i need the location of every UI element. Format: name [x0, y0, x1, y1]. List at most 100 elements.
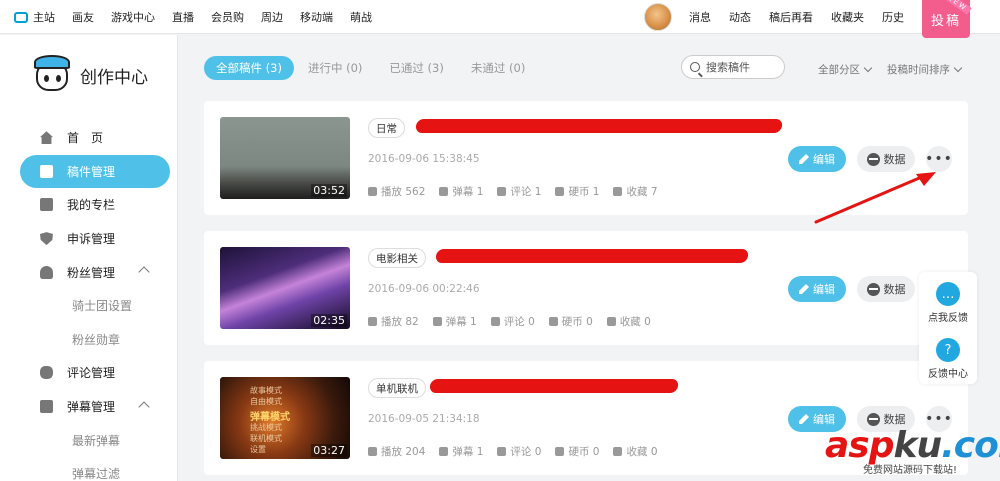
chevron-up-icon	[138, 401, 150, 413]
nav-messages[interactable]: 消息	[689, 9, 711, 25]
stat-plays-value: 播放 204	[381, 446, 426, 458]
nav-moe-battle[interactable]: 萌战	[350, 9, 372, 25]
data-button[interactable]: 数据	[857, 276, 915, 302]
sidebar-item-my-column[interactable]: 我的专栏	[20, 188, 170, 222]
sidebar-item-label: 申诉管理	[67, 232, 116, 247]
fans-icon	[40, 265, 53, 279]
nav-history[interactable]: 历史	[882, 9, 904, 25]
video-stats: 播放 562 弹幕 1 评论 1 硬币 1 收藏 7	[368, 184, 672, 199]
search-icon[interactable]	[690, 62, 700, 72]
redacted-title	[435, 249, 749, 263]
stat-favorites: 收藏 7	[613, 184, 658, 199]
edit-button-label: 编辑	[813, 153, 835, 166]
tab-in-progress[interactable]: 进行中 (0)	[308, 56, 362, 80]
thumb-menu-text: 自由模式	[250, 397, 282, 406]
watermark-tagline: 免费网站源码下载站!	[863, 465, 958, 476]
stat-comments: 评论 0	[497, 444, 541, 459]
play-icon	[368, 317, 377, 326]
comment-icon	[497, 187, 507, 196]
feedback-button[interactable]: … 点我反馈	[919, 282, 977, 324]
zone-filter-label: 全部分区	[818, 64, 860, 76]
sort-filter-label: 投稿时间排序	[887, 64, 950, 76]
sidebar-item-latest-danmaku[interactable]: 最新弹幕	[20, 423, 170, 457]
search-box	[681, 55, 785, 79]
stat-plays: 播放 562	[368, 184, 425, 199]
danmaku-icon	[439, 447, 449, 456]
nav-member-shop[interactable]: 会员购	[211, 9, 244, 25]
stat-danmaku: 弹幕 1	[439, 444, 483, 459]
stat-coins: 硬币 0	[555, 444, 599, 459]
nav-mobile[interactable]: 移动端	[300, 9, 333, 25]
upload-date: 2016-09-06 00:22:46	[368, 283, 480, 295]
tab-approved[interactable]: 已通过 (3)	[389, 56, 443, 80]
nav-mobile-label: 移动端	[300, 11, 333, 24]
stat-coins-value: 硬币 0	[568, 446, 600, 458]
sidebar-item-label: 粉丝勋章	[72, 332, 121, 347]
video-duration: 02:35	[311, 314, 347, 327]
stat-coins: 硬币 0	[548, 314, 593, 329]
upload-date: 2016-09-06 15:38:45	[368, 153, 480, 165]
sidebar-item-danmaku-filter[interactable]: 弹幕过滤	[20, 457, 170, 481]
nav-live-label: 直播	[172, 11, 194, 24]
watermark-part-b: ku	[893, 425, 943, 466]
chevron-down-icon	[863, 63, 873, 73]
pencil-icon	[799, 414, 809, 424]
sort-filter[interactable]: 投稿时间排序	[887, 62, 963, 77]
nav-painting[interactable]: 画友	[72, 9, 94, 25]
feedback-center-button[interactable]: ? 反馈中心	[919, 338, 977, 380]
video-thumbnail[interactable]: 03:52	[220, 117, 350, 199]
sidebar-item-label: 评论管理	[67, 366, 116, 381]
redacted-title	[415, 119, 783, 133]
nav-game-center[interactable]: 游戏中心	[111, 9, 155, 25]
nav-watch-later[interactable]: 稿后再看	[769, 9, 813, 25]
sidebar-item-knight-settings[interactable]: 骑士团设置	[20, 289, 170, 323]
feedback-center-label: 反馈中心	[928, 369, 968, 380]
thumb-menu-text: 挑战模式	[250, 423, 282, 432]
nav-merch[interactable]: 周边	[261, 9, 283, 25]
category-tag: 日常	[368, 118, 405, 138]
video-thumbnail[interactable]: 故事模式 自由模式 弹幕模式 挑战模式 联机模式 设置 03:27	[220, 377, 350, 459]
video-thumbnail[interactable]: 02:35	[220, 247, 350, 329]
video-card: 02:35 电影相关 2016-09-06 00:22:46 播放 82 弹幕 …	[204, 231, 968, 345]
sidebar-item-danmaku[interactable]: 弹幕管理	[20, 390, 170, 424]
sidebar-item-appeals[interactable]: 申诉管理	[20, 222, 170, 256]
sidebar-item-comments[interactable]: 评论管理	[20, 356, 170, 390]
nav-favorites[interactable]: 收藏夹	[831, 9, 864, 25]
nav-main-site-label: 主站	[33, 11, 55, 24]
nav-merch-label: 周边	[261, 11, 283, 24]
nav-live[interactable]: 直播	[172, 9, 194, 25]
document-icon	[40, 164, 53, 178]
tv-icon	[14, 11, 28, 23]
stat-coins-value: 硬币 1	[568, 186, 600, 198]
tab-all[interactable]: 全部稿件 (3)	[204, 56, 294, 80]
pulse-icon	[866, 412, 880, 426]
star-icon	[613, 187, 623, 196]
stat-plays-value: 播放 562	[381, 186, 426, 198]
zone-filter[interactable]: 全部分区	[818, 62, 873, 77]
sidebar-item-label: 最新弹幕	[72, 433, 121, 448]
sidebar-item-fan-medal[interactable]: 粉丝勋章	[20, 323, 170, 357]
stat-favorites: 收藏 0	[613, 444, 658, 459]
danmaku-icon	[40, 400, 53, 414]
sidebar-item-manuscripts[interactable]: 稿件管理	[20, 154, 170, 189]
pulse-icon	[866, 282, 880, 296]
stat-comments-value: 评论 0	[510, 446, 542, 458]
nav-main-site[interactable]: 主站	[14, 9, 55, 25]
watermark-logo: aspku.com 免费网站源码下载站!	[825, 425, 1000, 476]
brand: 创作中心	[32, 53, 148, 97]
edit-button[interactable]: 编辑	[788, 276, 846, 302]
pencil-icon	[799, 284, 809, 294]
stat-comments: 评论 1	[497, 184, 541, 199]
stat-plays: 播放 82	[368, 314, 419, 329]
nav-dynamics[interactable]: 动态	[729, 9, 751, 25]
tab-rejected[interactable]: 未通过 (0)	[471, 56, 525, 80]
danmaku-icon	[432, 317, 442, 326]
upload-button[interactable]: 投稿 NEW	[922, 0, 972, 38]
stat-coins-value: 硬币 0	[561, 316, 593, 328]
sidebar-item-fans[interactable]: 粉丝管理	[20, 255, 170, 289]
stat-favorites-value: 收藏 0	[619, 316, 651, 328]
user-avatar[interactable]	[644, 3, 672, 31]
sidebar-item-home[interactable]: 首 页	[20, 121, 170, 155]
search-input[interactable]	[706, 60, 776, 74]
sidebar-item-label: 弹幕过滤	[72, 467, 121, 481]
